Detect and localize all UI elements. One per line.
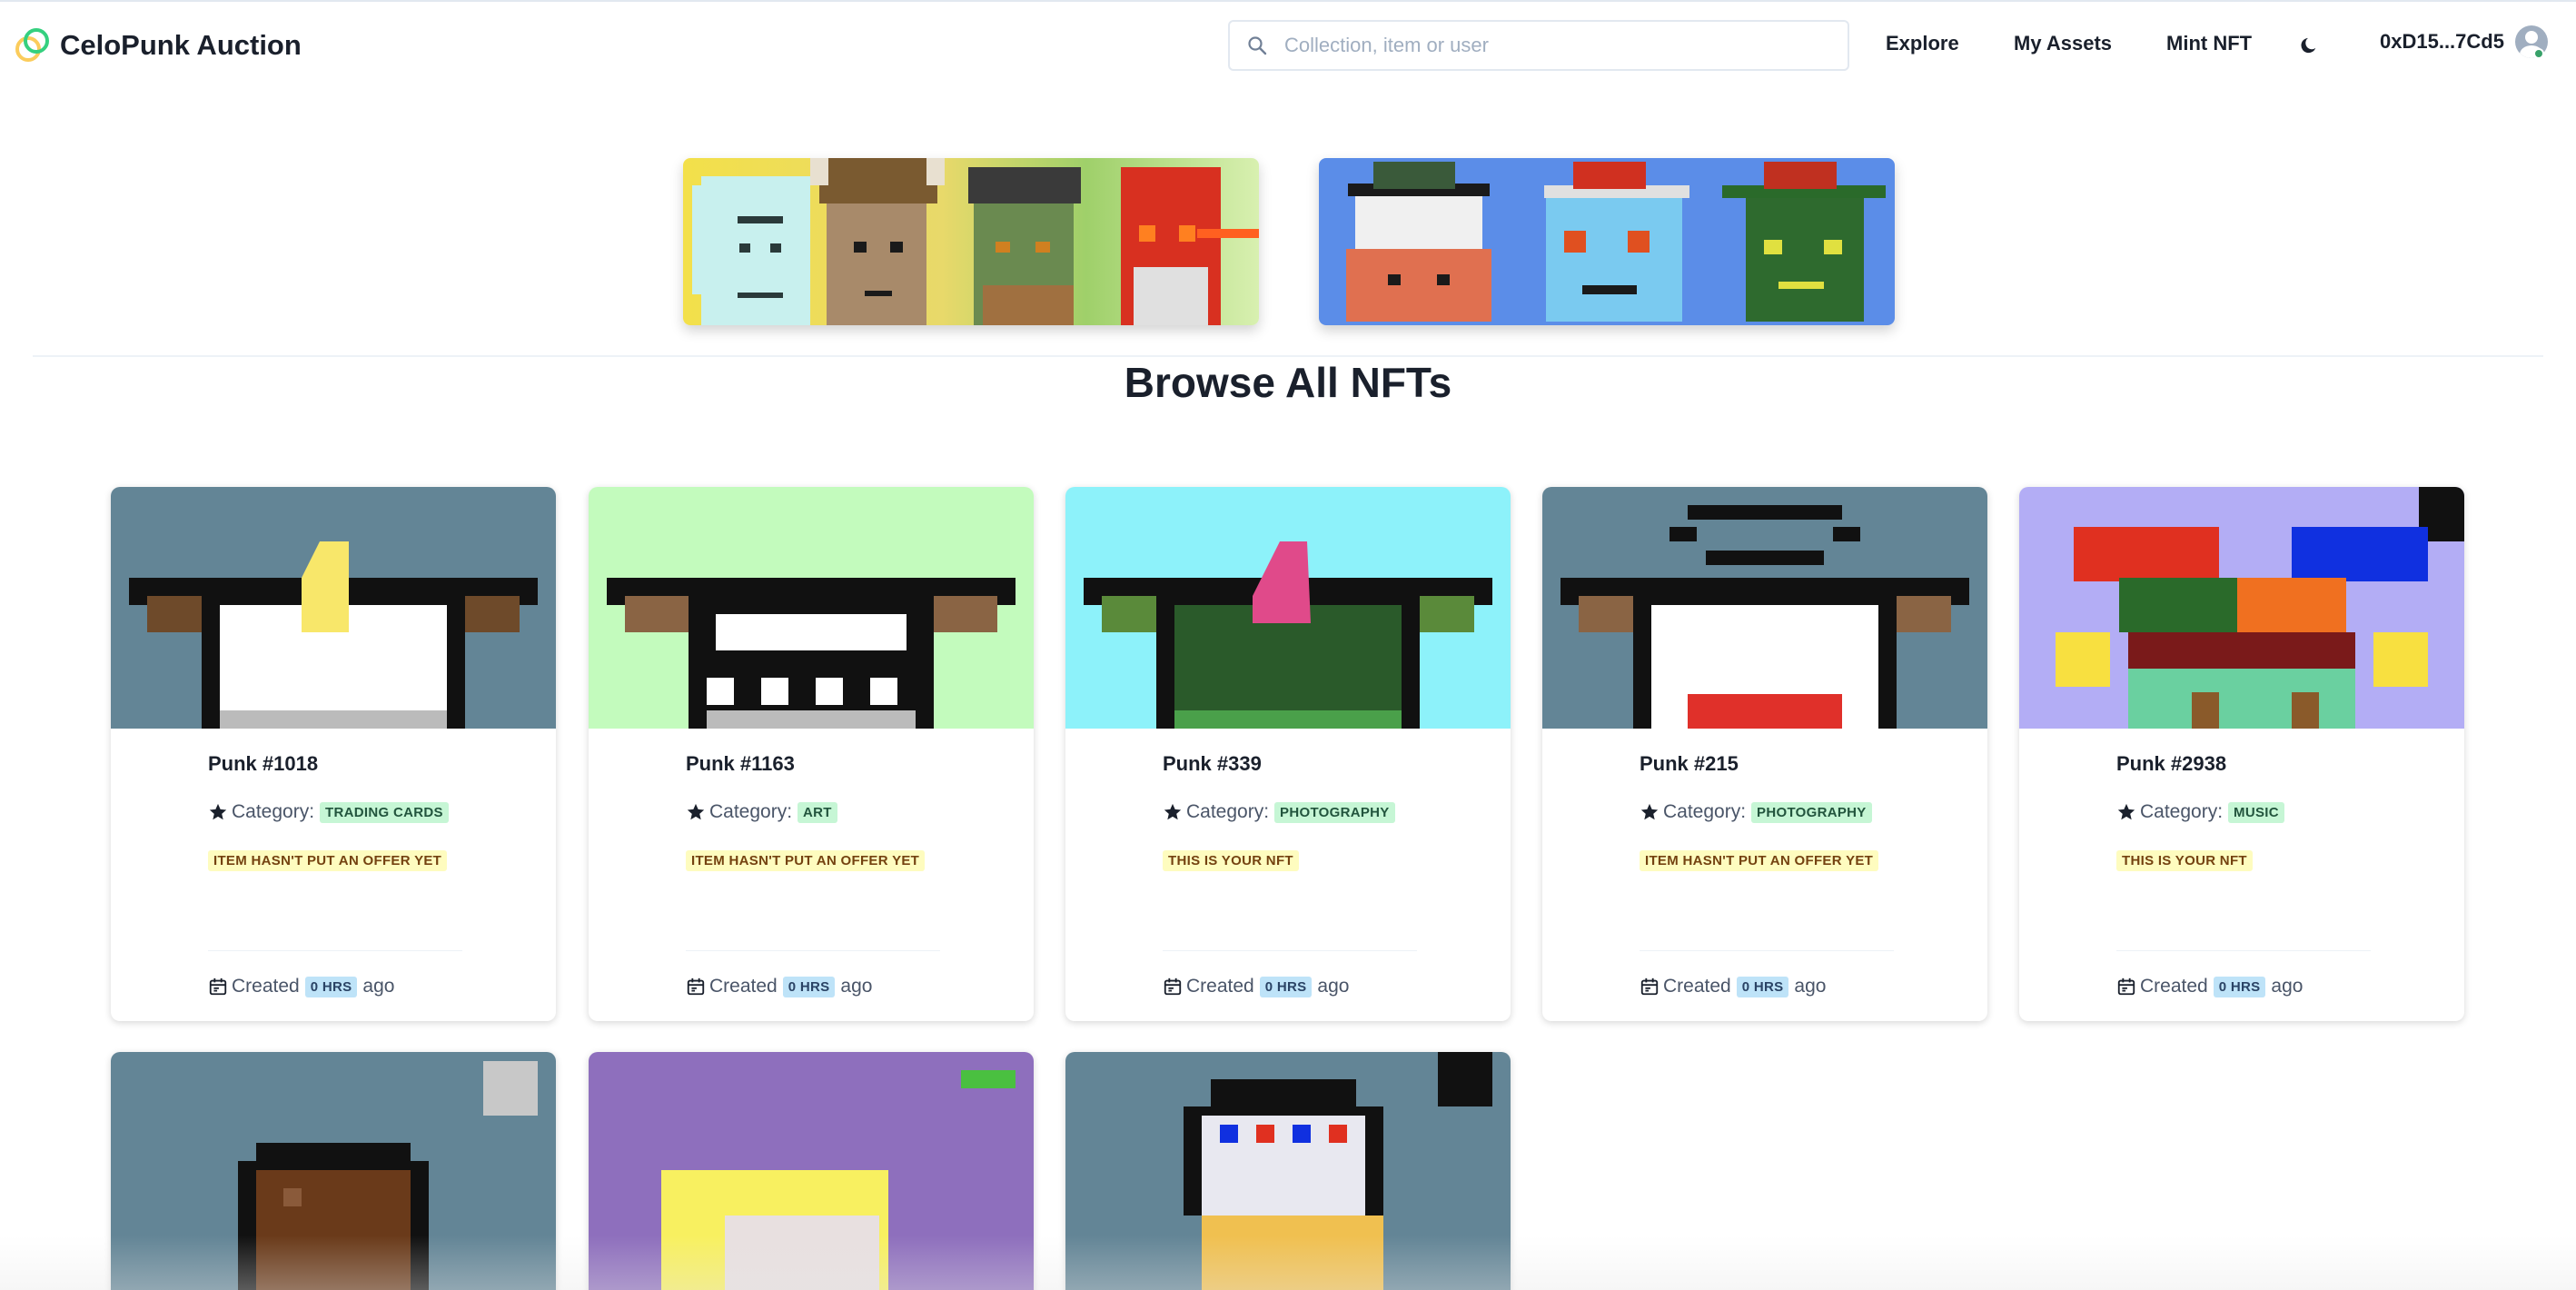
- created-label: Created: [1663, 976, 1731, 997]
- category-label: Category:: [709, 801, 793, 822]
- created-label: Created: [2140, 976, 2208, 997]
- calendar-icon: [2117, 977, 2135, 996]
- category-row: Category: PHOTOGRAPHY: [1640, 801, 1872, 823]
- nft-image[interactable]: [111, 1052, 556, 1290]
- nft-image[interactable]: [2019, 487, 2464, 729]
- card-divider: [1640, 950, 1894, 951]
- created-row: Created 0 HRS ago: [2116, 976, 2303, 997]
- category-badge: PHOTOGRAPHY: [1751, 801, 1872, 823]
- category-label: Category:: [1663, 801, 1747, 822]
- created-row: Created 0 HRS ago: [1163, 976, 1349, 997]
- nft-image[interactable]: [1065, 1052, 1511, 1290]
- created-row: Created 0 HRS ago: [1640, 976, 1826, 997]
- nft-card[interactable]: [589, 1052, 1034, 1290]
- nft-card[interactable]: [111, 1052, 556, 1290]
- header: CeloPunk Auction Explore My Assets Mint …: [0, 2, 2576, 89]
- nft-title: Punk #339: [1163, 752, 1262, 775]
- status-badge: THIS IS YOUR NFT: [1163, 850, 1299, 871]
- category-row: Category: MUSIC: [2116, 801, 2284, 823]
- section-divider: [33, 355, 2543, 357]
- logo[interactable]: CeloPunk Auction: [13, 25, 302, 65]
- nft-image[interactable]: [111, 487, 556, 729]
- card-divider: [1163, 950, 1417, 951]
- page-title: Browse All NFTs: [1124, 359, 1452, 406]
- banner-ducks: [1319, 158, 1895, 325]
- account-menu[interactable]: 0xD15...7Cd5: [2380, 25, 2548, 58]
- nft-title: Punk #2938: [2116, 752, 2227, 775]
- card-divider: [686, 950, 940, 951]
- category-badge: PHOTOGRAPHY: [1274, 801, 1395, 823]
- calendar-icon: [687, 977, 705, 996]
- nft-card[interactable]: Punk #1163 Category: ART ITEM HASN'T PUT…: [589, 487, 1034, 1021]
- category-label: Category:: [2140, 801, 2224, 822]
- nft-card[interactable]: Punk #2938 Category: MUSIC THIS IS YOUR …: [2019, 487, 2464, 1021]
- celo-logo-icon: [15, 28, 49, 62]
- nft-image[interactable]: [1065, 487, 1511, 729]
- card-body: Punk #339 Category: PHOTOGRAPHY THIS IS …: [1065, 729, 1511, 1019]
- category-row: Category: ART: [686, 801, 837, 823]
- ago-label: ago: [1794, 976, 1827, 997]
- card-body: Punk #2938 Category: MUSIC THIS IS YOUR …: [2019, 729, 2464, 1019]
- card-body: Punk #215 Category: PHOTOGRAPHY ITEM HAS…: [1542, 729, 1987, 1019]
- calendar-icon: [1640, 977, 1659, 996]
- nft-card[interactable]: Punk #215 Category: PHOTOGRAPHY ITEM HAS…: [1542, 487, 1987, 1021]
- banner-punks: [683, 158, 1259, 325]
- card-body: Punk #1163 Category: ART ITEM HASN'T PUT…: [589, 729, 1034, 1019]
- ago-label: ago: [840, 976, 873, 997]
- status-badge: ITEM HASN'T PUT AN OFFER YET: [686, 850, 926, 871]
- nft-card[interactable]: [1065, 1052, 1511, 1290]
- category-badge: TRADING CARDS: [320, 801, 449, 823]
- search-icon: [1248, 36, 1267, 55]
- search-box[interactable]: [1228, 20, 1849, 71]
- nft-card[interactable]: Punk #1018 Category: TRADING CARDS ITEM …: [111, 487, 556, 1021]
- category-label: Category:: [232, 801, 315, 822]
- nft-image[interactable]: [589, 1052, 1034, 1290]
- created-time-badge: 0 HRS: [782, 976, 836, 997]
- star-icon: [2117, 803, 2135, 820]
- status-badge: ITEM HASN'T PUT AN OFFER YET: [1640, 850, 1879, 871]
- nft-card[interactable]: Punk #339 Category: PHOTOGRAPHY THIS IS …: [1065, 487, 1511, 1021]
- nft-title: Punk #215: [1640, 752, 1739, 775]
- created-time-badge: 0 HRS: [1259, 976, 1313, 997]
- nft-title: Punk #1018: [208, 752, 319, 775]
- account-address: 0xD15...7Cd5: [2380, 30, 2504, 53]
- created-row: Created 0 HRS ago: [686, 976, 872, 997]
- search-input[interactable]: [1284, 34, 1829, 57]
- created-time-badge: 0 HRS: [304, 976, 358, 997]
- calendar-icon: [1164, 977, 1182, 996]
- online-status-dot: [2533, 48, 2544, 59]
- nft-title: Punk #1163: [686, 752, 795, 775]
- nft-image[interactable]: [589, 487, 1034, 729]
- calendar-icon: [209, 977, 227, 996]
- created-row: Created 0 HRS ago: [208, 976, 394, 997]
- nft-image[interactable]: [1542, 487, 1987, 729]
- created-label: Created: [232, 976, 300, 997]
- star-icon: [687, 803, 705, 820]
- ago-label: ago: [1317, 976, 1350, 997]
- created-label: Created: [1186, 976, 1254, 997]
- card-divider: [2116, 950, 2371, 951]
- ago-label: ago: [362, 976, 395, 997]
- category-row: Category: PHOTOGRAPHY: [1163, 801, 1395, 823]
- category-label: Category:: [1186, 801, 1270, 822]
- category-row: Category: TRADING CARDS: [208, 801, 449, 823]
- status-badge: THIS IS YOUR NFT: [2116, 850, 2253, 871]
- created-time-badge: 0 HRS: [1736, 976, 1789, 997]
- status-badge: ITEM HASN'T PUT AN OFFER YET: [208, 850, 448, 871]
- created-label: Created: [709, 976, 778, 997]
- nav-my-assets[interactable]: My Assets: [2014, 32, 2112, 55]
- created-time-badge: 0 HRS: [2213, 976, 2266, 997]
- card-divider: [208, 950, 462, 951]
- ago-label: ago: [2271, 976, 2304, 997]
- category-badge: MUSIC: [2228, 801, 2284, 823]
- star-icon: [1164, 803, 1182, 820]
- category-badge: ART: [798, 801, 837, 823]
- moon-icon[interactable]: [2298, 33, 2323, 58]
- star-icon: [209, 803, 227, 820]
- nav-mint-nft[interactable]: Mint NFT: [2166, 32, 2252, 55]
- card-body: Punk #1018 Category: TRADING CARDS ITEM …: [111, 729, 556, 1019]
- star-icon: [1640, 803, 1659, 820]
- nav-explore[interactable]: Explore: [1886, 32, 1959, 55]
- app-title: CeloPunk Auction: [60, 29, 302, 61]
